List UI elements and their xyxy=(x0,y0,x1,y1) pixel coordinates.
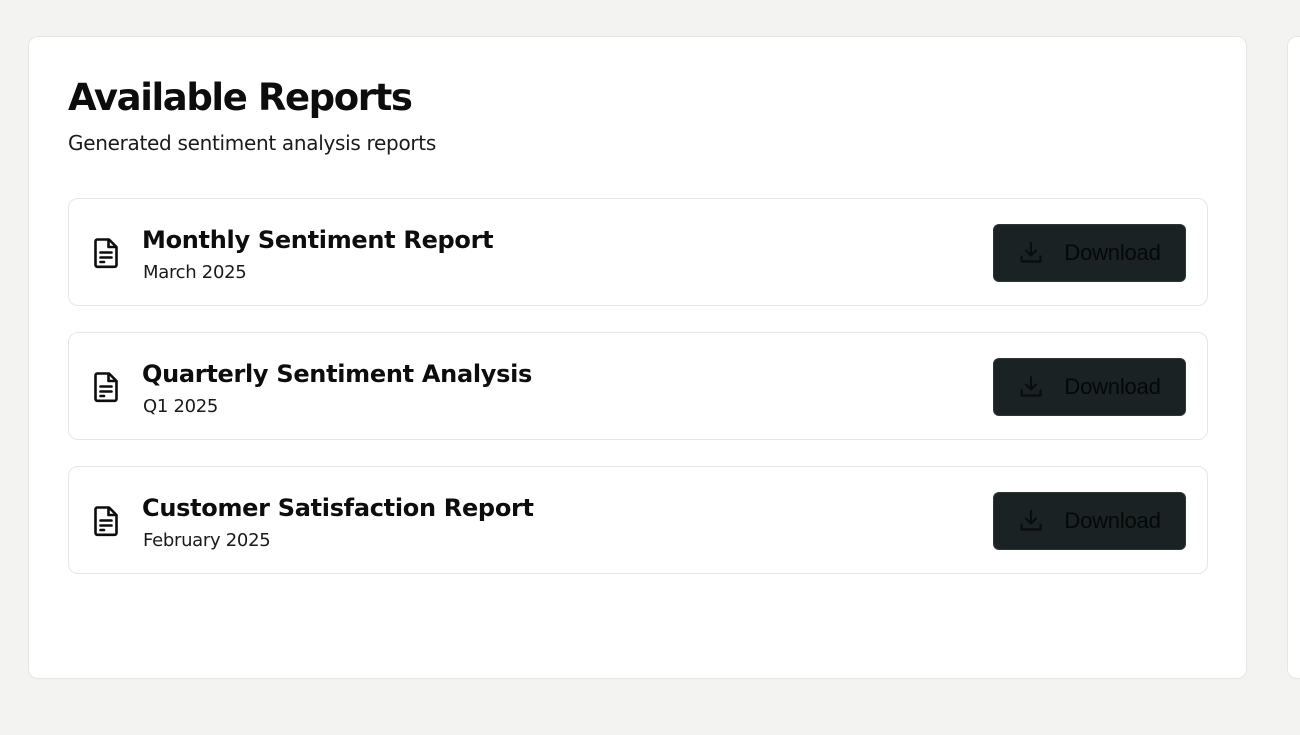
download-button[interactable]: Download xyxy=(993,224,1186,282)
document-icon xyxy=(94,238,118,269)
download-label: Download xyxy=(1064,240,1161,265)
report-date: Q1 2025 xyxy=(143,396,219,417)
download-label: Download xyxy=(1064,508,1161,533)
adjacent-panel xyxy=(1287,36,1300,679)
report-date: March 2025 xyxy=(143,262,247,283)
document-icon xyxy=(94,372,118,403)
report-title: Monthly Sentiment Report xyxy=(142,226,494,254)
document-icon xyxy=(94,506,118,537)
reports-panel: Available Reports Generated sentiment an… xyxy=(28,36,1247,679)
report-item: Customer Satisfaction Report February 20… xyxy=(68,466,1208,574)
download-icon xyxy=(1020,509,1042,531)
download-icon xyxy=(1020,241,1042,263)
page-subtitle: Generated sentiment analysis reports xyxy=(68,131,436,155)
download-button[interactable]: Download xyxy=(993,358,1186,416)
download-icon xyxy=(1020,375,1042,397)
report-date: February 2025 xyxy=(143,530,271,551)
report-list: Monthly Sentiment Report March 2025 Down… xyxy=(68,198,1208,600)
page-title: Available Reports xyxy=(68,76,413,119)
download-button[interactable]: Download xyxy=(993,492,1186,550)
report-item: Quarterly Sentiment Analysis Q1 2025 Dow… xyxy=(68,332,1208,440)
report-title: Quarterly Sentiment Analysis xyxy=(142,360,533,388)
report-item: Monthly Sentiment Report March 2025 Down… xyxy=(68,198,1208,306)
download-label: Download xyxy=(1064,374,1161,399)
report-title: Customer Satisfaction Report xyxy=(142,494,534,522)
